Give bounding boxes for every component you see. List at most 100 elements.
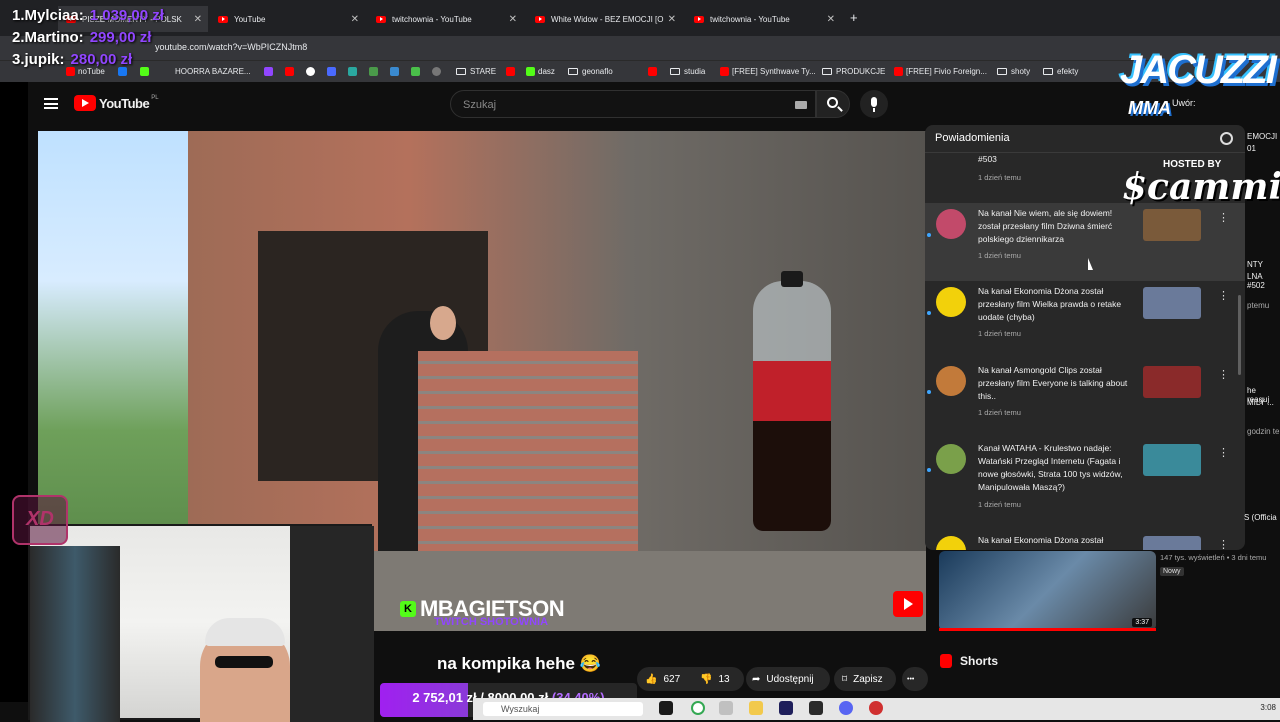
- more-pill[interactable]: [902, 667, 928, 691]
- bookmark-item[interactable]: [FREE] Fivio Foreign...: [894, 67, 987, 76]
- gear-icon[interactable]: [1220, 132, 1233, 145]
- voice-search-icon[interactable]: [860, 90, 888, 118]
- mma-logo: MMA: [1128, 98, 1171, 118]
- bookmark-folder[interactable]: geonaflo: [568, 67, 613, 76]
- app-icon[interactable]: [869, 701, 883, 715]
- bookmark-folder[interactable]: efekty: [1043, 67, 1078, 76]
- bookmark-icon-only[interactable]: [264, 67, 276, 76]
- discord-icon[interactable]: [839, 701, 853, 715]
- notification-thumbnail[interactable]: [1143, 444, 1201, 476]
- dislike-button[interactable]: 👎 13: [700, 668, 730, 690]
- close-icon[interactable]: ✕: [668, 14, 676, 25]
- bookmark-folder[interactable]: shoty: [997, 67, 1030, 76]
- close-icon[interactable]: ✕: [509, 14, 517, 25]
- tab-label: White Widow - BEZ EMOCJI [O: [551, 14, 664, 24]
- shorts-icon: [940, 654, 952, 668]
- tab-label: YouTube: [234, 14, 266, 24]
- watermark-text: Uwór:: [1172, 98, 1196, 108]
- bottle-label: [753, 361, 831, 421]
- kick-icon: [526, 67, 535, 76]
- like-button[interactable]: 👍 627: [645, 668, 680, 690]
- windows-taskbar: Wyszukaj 3:08: [473, 698, 1280, 720]
- bookmark-item[interactable]: [FREE] Synthwave Ty...: [720, 67, 816, 76]
- subscribe-watermark-icon[interactable]: [893, 591, 923, 617]
- bookmark-item[interactable]: [506, 67, 518, 76]
- short-thumbnail[interactable]: 3:37: [939, 551, 1156, 631]
- watch-progress-bar: [939, 628, 1156, 631]
- browser-tab[interactable]: twitchownia - YouTube ✕: [368, 6, 523, 32]
- bookmark-icon-only[interactable]: [648, 67, 660, 76]
- bookmark-icon-only[interactable]: [369, 67, 381, 76]
- bookmark-icon-only[interactable]: [306, 67, 318, 76]
- kebab-menu-icon[interactable]: ⋮: [1218, 368, 1229, 381]
- close-icon[interactable]: ✕: [351, 14, 359, 25]
- youtube-favicon-icon: [720, 67, 729, 76]
- notification-thumbnail[interactable]: [1143, 536, 1201, 550]
- bookmark-item[interactable]: dasz: [526, 67, 555, 76]
- notification-item[interactable]: Na kanał Ekonomia Dżona został przesłany…: [925, 281, 1245, 359]
- jacuzzi-logo: JACUZZI: [1120, 48, 1277, 92]
- browser-tab[interactable]: YouTube ✕: [210, 6, 365, 32]
- taskbar-search[interactable]: Wyszukaj: [483, 702, 643, 716]
- scrollbar[interactable]: [1238, 295, 1241, 375]
- youtube-logo[interactable]: YouTube PL: [74, 95, 159, 111]
- browser-tab[interactable]: White Widow - BEZ EMOCJI [O ✕: [527, 6, 682, 32]
- bookmark-item[interactable]: noTube: [66, 67, 105, 76]
- notification-item[interactable]: Kanał WATAHA - Krulestwo nadaje: Watańsk…: [925, 438, 1245, 530]
- notification-item[interactable]: Na kanał Nie wiem, ale się dowiem! zosta…: [925, 203, 1245, 281]
- share-button[interactable]: ➦ Udostępnij: [752, 668, 814, 690]
- bookmark-folder[interactable]: PRODUKCJE: [822, 67, 885, 76]
- app-icon[interactable]: [809, 701, 823, 715]
- search-button[interactable]: [816, 90, 850, 118]
- notification-time: 1 dzień temu: [978, 500, 1021, 509]
- bookmark-folder[interactable]: studia: [670, 67, 705, 76]
- bookmark-icon-only[interactable]: [390, 67, 402, 76]
- url-text[interactable]: youtube.com/watch?v=WbPICZNJtm8: [155, 42, 307, 52]
- kick-icon: K: [400, 601, 416, 617]
- more-actions-button[interactable]: •••: [907, 668, 914, 690]
- kebab-menu-icon[interactable]: ⋮: [1218, 538, 1229, 550]
- save-button[interactable]: ⌑ Zapisz: [842, 668, 883, 690]
- kebab-menu-icon[interactable]: ⋮: [1218, 289, 1229, 302]
- keyboard-icon[interactable]: [795, 101, 807, 109]
- youtube-header: YouTube PL Szukaj: [28, 82, 1280, 126]
- notification-thumbnail[interactable]: [1143, 287, 1201, 319]
- bookmark-folder[interactable]: STARE: [456, 67, 496, 76]
- close-icon[interactable]: ✕: [827, 14, 835, 25]
- app-icon[interactable]: [719, 701, 733, 715]
- notification-item[interactable]: Na kanał Asmongold Clips został przesłan…: [925, 360, 1245, 438]
- browser-tab[interactable]: twitchownia - YouTube ✕: [686, 6, 841, 32]
- bookmark-item[interactable]: HOORRA BAZARE...: [175, 67, 251, 76]
- unread-dot-icon: [927, 311, 931, 315]
- bookmark-icon-only[interactable]: [327, 67, 339, 76]
- bookmark-icon-only[interactable]: [348, 67, 360, 76]
- video-frame-head: [430, 306, 456, 340]
- notification-time: 1 dzień temu: [978, 173, 1021, 182]
- kebab-menu-icon[interactable]: ⋮: [1218, 446, 1229, 459]
- search-input[interactable]: Szukaj: [450, 90, 816, 118]
- address-bar[interactable]: youtube.com/watch?v=WbPICZNJtm8: [0, 36, 1280, 60]
- notification-thumbnail[interactable]: [1143, 366, 1201, 398]
- chrome-icon[interactable]: [691, 701, 705, 715]
- app-icon: [411, 67, 420, 76]
- menu-icon[interactable]: [44, 98, 58, 109]
- youtube-favicon-icon: [285, 67, 294, 76]
- bookmark-icon-only[interactable]: [118, 67, 130, 76]
- app-icon[interactable]: [659, 701, 673, 715]
- bookmark-icon-only[interactable]: [411, 67, 423, 76]
- sidebar-fragment: ptemu: [1247, 301, 1270, 310]
- premiere-icon[interactable]: [779, 701, 793, 715]
- notification-item[interactable]: Na kanał Ekonomia Dżona został ⋮: [925, 530, 1245, 550]
- notification-thumbnail[interactable]: [1143, 209, 1201, 241]
- folder-icon[interactable]: [749, 701, 763, 715]
- bookmark-icon-only[interactable]: [285, 67, 297, 76]
- kebab-menu-icon[interactable]: ⋮: [1218, 211, 1229, 224]
- bookmark-icon-only[interactable]: [432, 67, 444, 76]
- close-icon[interactable]: ✕: [194, 14, 202, 25]
- bottle-cap: [781, 271, 803, 287]
- notification-text: Na kanał Ekonomia Dżona został: [978, 535, 1104, 545]
- bookmark-icon-only[interactable]: [140, 67, 152, 76]
- app-icon: [348, 67, 357, 76]
- new-tab-button[interactable]: +: [850, 10, 858, 25]
- bookmarks-bar: noTube HOORRA BAZARE... STARE dasz geona…: [0, 60, 1280, 82]
